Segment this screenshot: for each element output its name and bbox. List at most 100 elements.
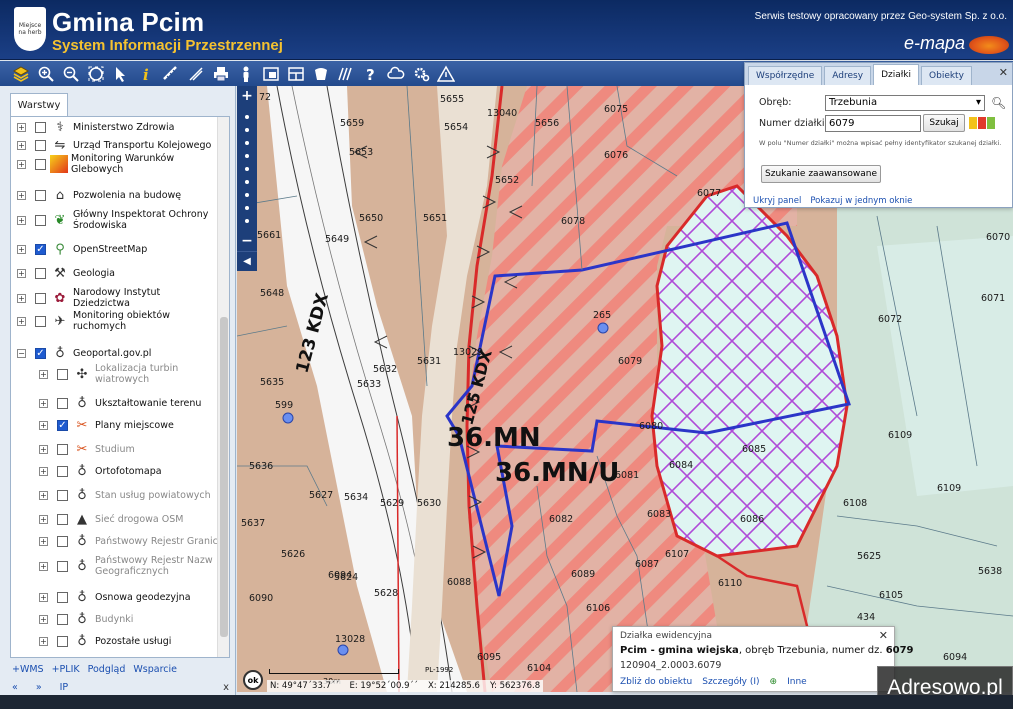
preview-link[interactable]: Podgląd: [88, 664, 126, 675]
expand-toggle[interactable]: +: [17, 215, 26, 225]
warning-triangle-icon[interactable]: [435, 63, 457, 85]
layer-checkbox[interactable]: [57, 635, 68, 647]
expand-toggle[interactable]: +: [39, 369, 48, 379]
obreb-select[interactable]: Trzebunia: [825, 95, 985, 111]
expand-toggle[interactable]: +: [17, 122, 26, 132]
parcel-number-input[interactable]: 6079: [825, 115, 921, 132]
layer-checkbox[interactable]: [57, 535, 68, 547]
streetview-person-icon[interactable]: [235, 63, 257, 85]
tab-wspolrzedne[interactable]: Współrzędne: [748, 66, 823, 85]
layer-row[interactable]: + ♁ Osnowa geodezyjna: [39, 587, 219, 607]
advanced-search-button[interactable]: Szukanie zaawansowane: [761, 165, 881, 183]
layer-row[interactable]: + ♁ Państwowy Rejestr Nazw Geograficznych: [39, 555, 219, 577]
zoom-in-icon[interactable]: [35, 63, 57, 85]
layer-row[interactable]: + ✈ Monitoring obiektów ruchomych: [17, 310, 217, 332]
layer-row[interactable]: + ♁ Ukształtowanie terenu: [39, 393, 219, 413]
search-panel-close-button[interactable]: ✕: [999, 66, 1008, 79]
details-link[interactable]: Szczegóły (I): [702, 677, 759, 687]
layer-checkbox[interactable]: [35, 315, 46, 327]
ok-button[interactable]: ok: [243, 670, 263, 690]
tab-warstwy[interactable]: Warstwy: [10, 93, 68, 117]
collapse-panel-button[interactable]: ◀: [237, 251, 257, 271]
tab-obiekty[interactable]: Obiekty: [921, 66, 972, 85]
layer-checkbox[interactable]: [35, 267, 46, 279]
zoom-slider[interactable]: [245, 114, 249, 223]
layer-checkbox[interactable]: [57, 465, 68, 477]
expand-toggle[interactable]: +: [39, 561, 48, 571]
zoom-to-object-link[interactable]: Zbliż do obiektu: [620, 677, 692, 687]
layer-row[interactable]: + ✂ Studium: [39, 439, 219, 459]
layer-checkbox[interactable]: ✓: [35, 243, 46, 255]
collapse-right-button[interactable]: »: [36, 682, 42, 693]
expand-toggle[interactable]: +: [17, 159, 26, 169]
scrollbar-thumb[interactable]: [220, 317, 228, 637]
layer-checkbox[interactable]: [35, 158, 46, 170]
expand-toggle[interactable]: +: [17, 268, 26, 278]
layer-row[interactable]: + ✣ Lokalizacja turbin wiatrowych: [39, 363, 219, 385]
zoom-out-icon[interactable]: [60, 63, 82, 85]
layer-checkbox[interactable]: ✓: [35, 347, 46, 359]
layer-checkbox[interactable]: [57, 443, 68, 455]
add-wms-link[interactable]: +WMS: [12, 664, 44, 675]
expand-toggle[interactable]: +: [17, 316, 26, 326]
expand-toggle[interactable]: +: [39, 514, 48, 524]
ip-link[interactable]: IP: [60, 682, 69, 693]
layer-checkbox[interactable]: [35, 189, 46, 201]
expand-toggle[interactable]: +: [39, 444, 48, 454]
layer-checkbox[interactable]: [35, 214, 46, 226]
hide-panel-link[interactable]: Ukryj panel: [753, 196, 801, 206]
help-icon[interactable]: ?: [360, 63, 382, 85]
expand-toggle[interactable]: +: [39, 592, 48, 602]
layer-row[interactable]: + ⚕ Ministerstwo Zdrowia: [17, 117, 217, 137]
single-window-link[interactable]: Pokazuj w jednym oknie: [810, 196, 912, 206]
sidebar-close-button[interactable]: x: [223, 682, 229, 693]
layer-row[interactable]: + ♁ Pozostałe usługi: [39, 631, 219, 651]
cloud-icon[interactable]: [385, 63, 407, 85]
layer-checkbox[interactable]: [35, 292, 46, 304]
layer-row[interactable]: + ✿ Narodowy Instytut Dziedzictwa: [17, 287, 217, 309]
layer-checkbox[interactable]: [35, 139, 46, 151]
layer-row[interactable]: + ♁ Budynki: [39, 609, 219, 629]
layer-checkbox[interactable]: [57, 397, 68, 409]
layer-row[interactable]: + ♁ Ortofotomapa: [39, 461, 219, 481]
layer-row[interactable]: + ❦ Główny Inspektorat Ochrony Środowiska: [17, 209, 217, 231]
layer-row[interactable]: + ♁ Stan usług powiatowych: [39, 485, 219, 505]
layer-checkbox[interactable]: [57, 560, 68, 572]
layout-split-icon[interactable]: [285, 63, 307, 85]
info-icon[interactable]: i: [135, 63, 157, 85]
popup-close-button[interactable]: ✕: [879, 629, 888, 642]
quick-draw-icon[interactable]: [310, 63, 332, 85]
tab-adresy[interactable]: Adresy: [824, 66, 872, 85]
zoom-in-button[interactable]: +: [241, 89, 253, 103]
measure-area-icon[interactable]: [185, 63, 207, 85]
layout-icon[interactable]: [260, 63, 282, 85]
layer-row[interactable]: − ✓ ♁ Geoportal.gov.pl: [17, 343, 217, 363]
layer-checkbox[interactable]: [57, 591, 68, 603]
layer-list-scrollbar[interactable]: [217, 117, 229, 657]
tab-dzialki[interactable]: Działki: [873, 64, 920, 85]
color-swatch-red[interactable]: [978, 117, 986, 129]
zoom-extent-icon[interactable]: [85, 63, 107, 85]
collapse-toggle[interactable]: −: [17, 348, 26, 358]
expand-toggle[interactable]: +: [39, 636, 48, 646]
layer-row[interactable]: + ✓ ⚲ OpenStreetMap: [17, 239, 217, 259]
print-icon[interactable]: [210, 63, 232, 85]
expand-toggle[interactable]: +: [17, 293, 26, 303]
other-link[interactable]: Inne: [787, 677, 807, 687]
expand-toggle[interactable]: +: [39, 420, 48, 430]
expand-toggle[interactable]: +: [17, 140, 26, 150]
plus-circle-icon[interactable]: ⊕: [770, 677, 778, 687]
measure-distance-icon[interactable]: [160, 63, 182, 85]
layer-checkbox[interactable]: [57, 489, 68, 501]
layer-checkbox[interactable]: ✓: [57, 419, 68, 431]
highlight-color-picker[interactable]: [969, 117, 995, 129]
expand-toggle[interactable]: +: [39, 466, 48, 476]
layer-checkbox[interactable]: [57, 513, 68, 525]
settings-icon[interactable]: [410, 63, 432, 85]
search-button[interactable]: Szukaj: [923, 114, 965, 132]
color-swatch-yellow[interactable]: [969, 117, 977, 129]
layer-row[interactable]: + ♁ Państwowy Rejestr Granic: [39, 531, 219, 551]
layer-row[interactable]: + ✓ ✂ Plany miejscowe: [39, 415, 219, 435]
search-icon[interactable]: 🔍︎: [991, 96, 1006, 110]
layer-row[interactable]: + ⚒ Geologia: [17, 263, 217, 283]
